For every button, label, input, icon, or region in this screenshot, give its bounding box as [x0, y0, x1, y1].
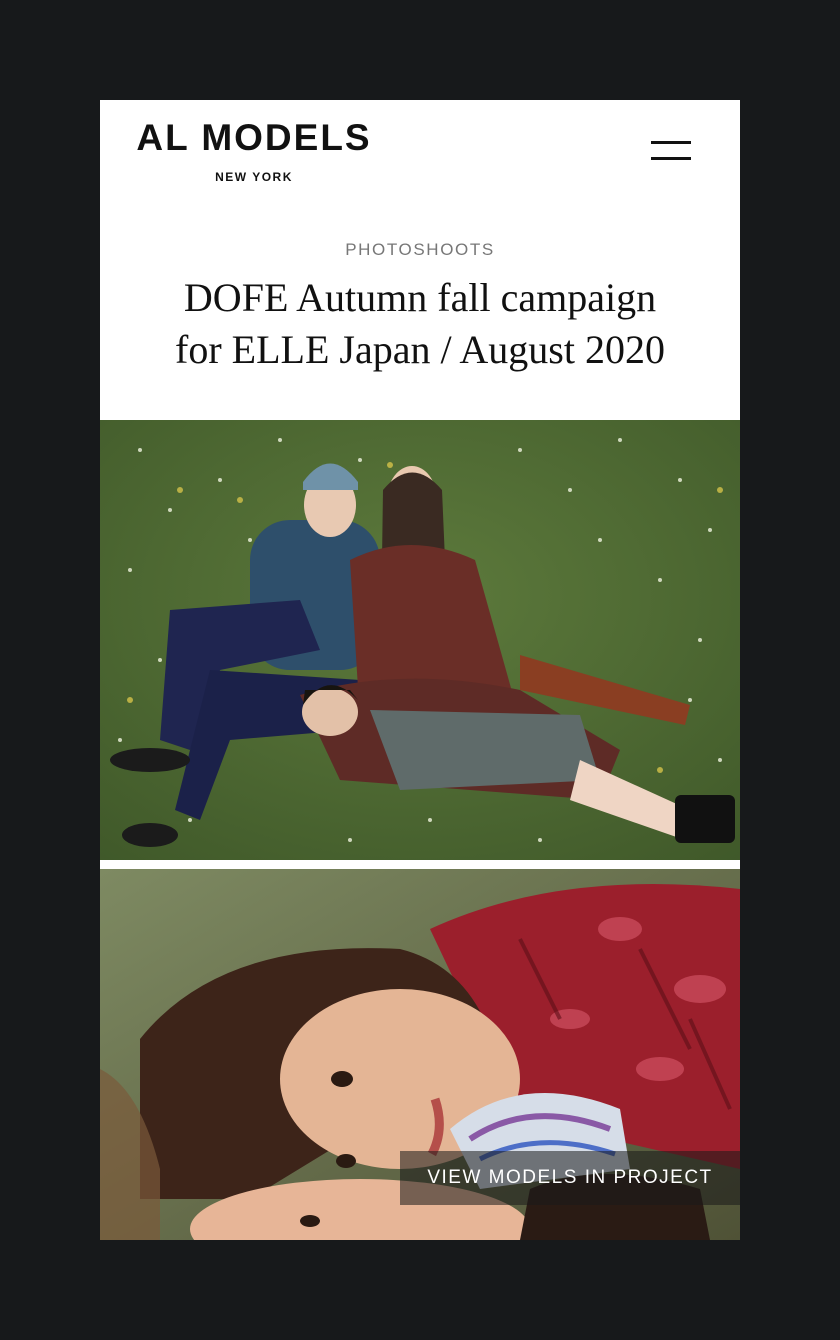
brand-name: AL MODELS: [136, 117, 372, 158]
article-title: DOFE Autumn fall campaign for ELLE Japan…: [130, 272, 710, 376]
brand-logo[interactable]: AL MODELS NEW YORK: [134, 117, 374, 185]
article-title-line1: DOFE Autumn fall campaign: [183, 275, 657, 320]
campaign-photo-1: [100, 420, 740, 860]
view-models-in-project-button[interactable]: VIEW MODELS IN PROJECT: [400, 1151, 740, 1205]
mobile-page: AL MODELS NEW YORK PHOTOSHOOTS DOFE Autu…: [100, 100, 740, 1240]
site-header: AL MODELS NEW YORK: [100, 100, 740, 230]
brand-location: NEW YORK: [215, 170, 293, 184]
hamburger-menu-icon[interactable]: [648, 136, 694, 166]
article-category: PHOTOSHOOTS: [345, 240, 495, 259]
article-title-line2: for ELLE Japan / August 2020: [175, 327, 665, 372]
